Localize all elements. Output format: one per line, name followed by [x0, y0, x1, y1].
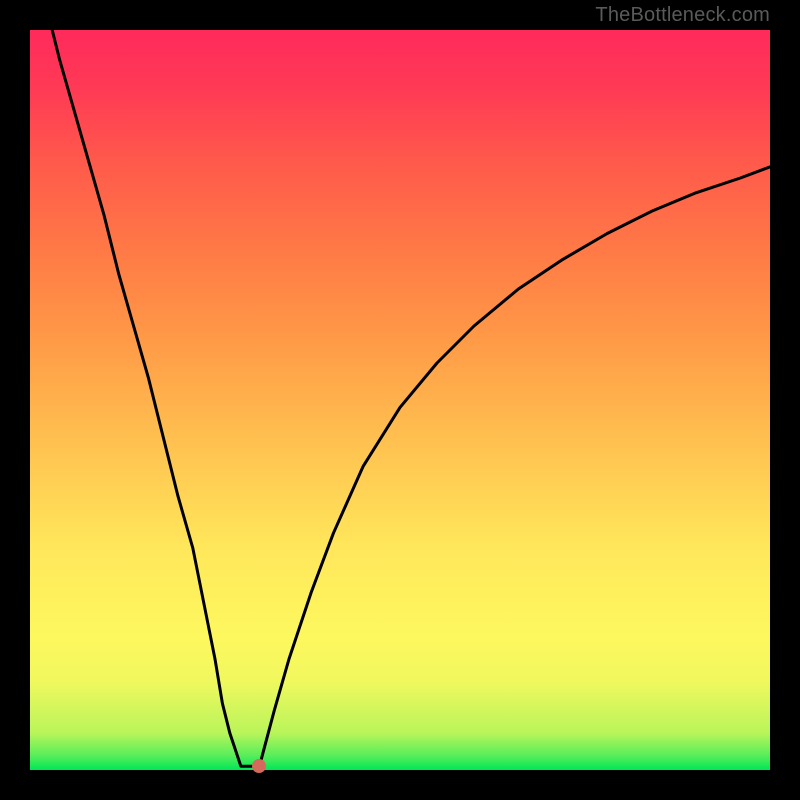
bottleneck-curve	[30, 30, 770, 770]
reference-dot-icon	[252, 759, 266, 773]
watermark-text: TheBottleneck.com	[595, 4, 770, 27]
plot-area	[30, 30, 770, 770]
chart-frame: TheBottleneck.com	[0, 0, 800, 800]
